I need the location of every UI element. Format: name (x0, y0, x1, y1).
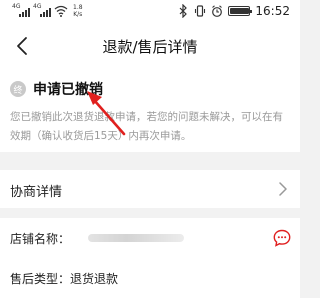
header: 退款/售后详情 (0, 24, 300, 68)
negotiation-details-label: 协商详情 (10, 185, 63, 200)
aftersale-type-label: 售后类型：退货退款 (10, 272, 119, 286)
aftersale-type-row: 售后类型：退货退款 (0, 258, 300, 298)
status-bar-left: 4G 4G 1.8 K/s (12, 3, 83, 18)
network-speed: 1.8 K/s (73, 4, 83, 18)
store-name-row: 店铺名称： (0, 218, 300, 258)
signal-icon: 4G (12, 3, 30, 18)
negotiation-details-row[interactable]: 协商详情 (0, 170, 300, 208)
network-speed-unit: K/s (73, 11, 83, 18)
status-bar: 4G 4G 1.8 K/s 16:52 (0, 0, 300, 24)
store-name-redacted (88, 234, 184, 242)
vibrate-icon (195, 5, 206, 17)
status-description: 您已撤销此次退货退款申请，若您的问题未解决，可以在有效期（确认收货后15天）内再… (10, 111, 283, 142)
page-title: 退款/售后详情 (102, 38, 198, 56)
refund-status-card: 终 申请已撤销 您已撤销此次退货退款申请，若您的问题未解决，可以在有效期（确认收… (0, 68, 300, 152)
chevron-right-icon (279, 182, 287, 196)
chat-icon[interactable] (272, 228, 292, 248)
alarm-icon (212, 5, 223, 17)
wifi-icon (54, 5, 68, 17)
store-name-label: 店铺名称： (10, 232, 71, 246)
status-time: 16:52 (255, 4, 290, 18)
annotation-arrow (87, 91, 126, 136)
network-speed-value: 1.8 (73, 4, 83, 11)
status-badge: 终 (10, 81, 26, 97)
battery-icon (228, 6, 253, 16)
bluetooth-icon (179, 4, 188, 18)
signal-icon-2: 4G (33, 3, 51, 18)
status-bar-right: 16:52 (177, 4, 290, 18)
